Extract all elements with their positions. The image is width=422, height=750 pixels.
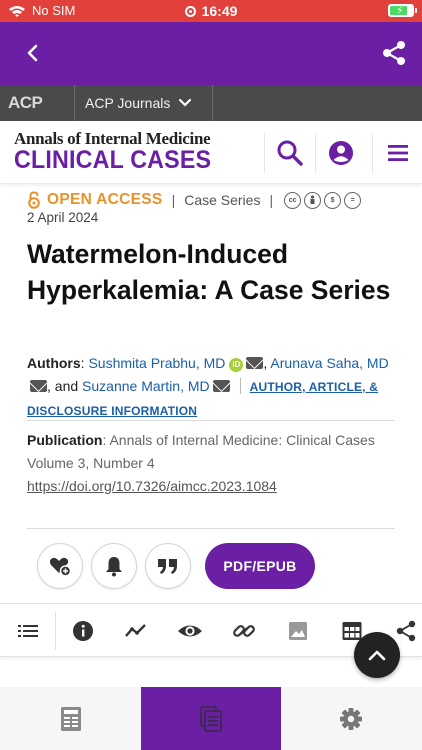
acp-logo[interactable]: ACP	[8, 93, 43, 113]
favorite-add-icon	[49, 557, 72, 577]
email-icon[interactable]	[212, 380, 230, 392]
clock: 16:49	[0, 3, 422, 19]
content-type: Case Series	[184, 192, 261, 208]
chevron-up-icon	[368, 650, 386, 661]
search-icon[interactable]	[276, 139, 304, 167]
author-link[interactable]: Arunava Saha, MD	[270, 355, 388, 371]
eye-icon[interactable]	[177, 619, 203, 643]
divider	[372, 133, 373, 173]
volume-info: Volume 3, Number 4	[27, 455, 155, 471]
pipe-separator: |	[269, 192, 274, 208]
alert-button[interactable]	[91, 543, 137, 589]
image-icon[interactable]	[286, 619, 310, 643]
divider	[27, 528, 395, 529]
quote-icon	[158, 559, 177, 574]
back-icon[interactable]	[20, 40, 46, 66]
acp-journals-dropdown[interactable]: ACP Journals	[85, 95, 192, 111]
metrics-icon[interactable]	[124, 619, 148, 643]
doi-link[interactable]: https://doi.org/10.7326/aimcc.2023.1084	[27, 478, 277, 494]
divider	[315, 133, 316, 173]
settings-icon[interactable]	[339, 706, 363, 732]
recording-icon	[184, 6, 196, 17]
divider	[27, 420, 395, 421]
divider	[239, 378, 241, 394]
publication-label: Publication	[27, 432, 103, 448]
top-app-bar	[0, 22, 422, 85]
journal-logo-bottom[interactable]: CLINICAL CASES	[14, 146, 211, 175]
publication-name: Annals of Internal Medicine: Clinical Ca…	[109, 432, 375, 448]
pdf-epub-button[interactable]: PDF/EPUB	[205, 543, 315, 589]
link-icon[interactable]	[232, 619, 256, 643]
action-row: PDF/EPUB	[37, 543, 315, 589]
share-icon[interactable]	[380, 39, 408, 67]
authors-block: Authors: Sushmita Prabhu, MD iD, Arunava …	[27, 355, 389, 418]
battery-icon: ⚡	[388, 4, 417, 17]
journal-header: Annals of Internal Medicine CLINICAL CAS…	[0, 121, 422, 184]
info-icon[interactable]	[71, 619, 95, 643]
articles-icon[interactable]	[199, 706, 223, 732]
divider	[212, 85, 213, 121]
bottom-navigation	[0, 687, 422, 750]
divider	[74, 85, 75, 121]
open-access-icon	[28, 191, 40, 209]
email-icon[interactable]	[246, 357, 264, 369]
cc-icon: cc	[284, 191, 302, 209]
bell-icon	[106, 557, 122, 577]
cc-nc-icon: $	[324, 191, 342, 209]
divider	[55, 612, 56, 650]
cite-button[interactable]	[145, 543, 191, 589]
and-text: and	[54, 378, 79, 394]
add-favorite-button[interactable]	[37, 543, 83, 589]
chevron-down-icon	[179, 98, 192, 107]
open-access-label: OPEN ACCESS	[47, 191, 163, 208]
list-icon[interactable]	[16, 619, 40, 643]
acp-bar: ACP ACP Journals	[0, 85, 422, 121]
access-row: OPEN ACCESS | Case Series | cc $ =	[27, 190, 362, 210]
author-link[interactable]: Suzanne Martin, MD	[82, 378, 210, 394]
creative-commons-badges[interactable]: cc $ =	[284, 191, 362, 209]
status-bar: No SIM 16:49 ⚡	[0, 0, 422, 22]
charging-icon: ⚡	[396, 5, 404, 17]
acp-journals-label: ACP Journals	[85, 95, 171, 111]
issue-icon[interactable]	[59, 706, 83, 732]
share-icon[interactable]	[395, 619, 417, 643]
cc-nd-icon: =	[344, 191, 362, 209]
publication-date: 2 April 2024	[27, 210, 99, 225]
article-title: Watermelon-Induced Hyperkalemia: A Case …	[27, 239, 391, 305]
author-link[interactable]: Sushmita Prabhu, MD	[88, 355, 225, 371]
publication-block: Publication: Annals of Internal Medicine…	[27, 432, 375, 494]
time-label: 16:49	[201, 3, 238, 19]
cc-by-icon	[304, 191, 322, 209]
scroll-to-top-button[interactable]	[354, 632, 400, 678]
orcid-icon[interactable]: iD	[229, 358, 244, 372]
authors-label: Authors	[27, 355, 81, 371]
menu-icon[interactable]	[384, 139, 412, 167]
email-icon[interactable]	[30, 380, 47, 392]
pipe-separator: |	[171, 192, 176, 208]
account-icon[interactable]	[327, 139, 355, 167]
divider	[264, 133, 265, 173]
